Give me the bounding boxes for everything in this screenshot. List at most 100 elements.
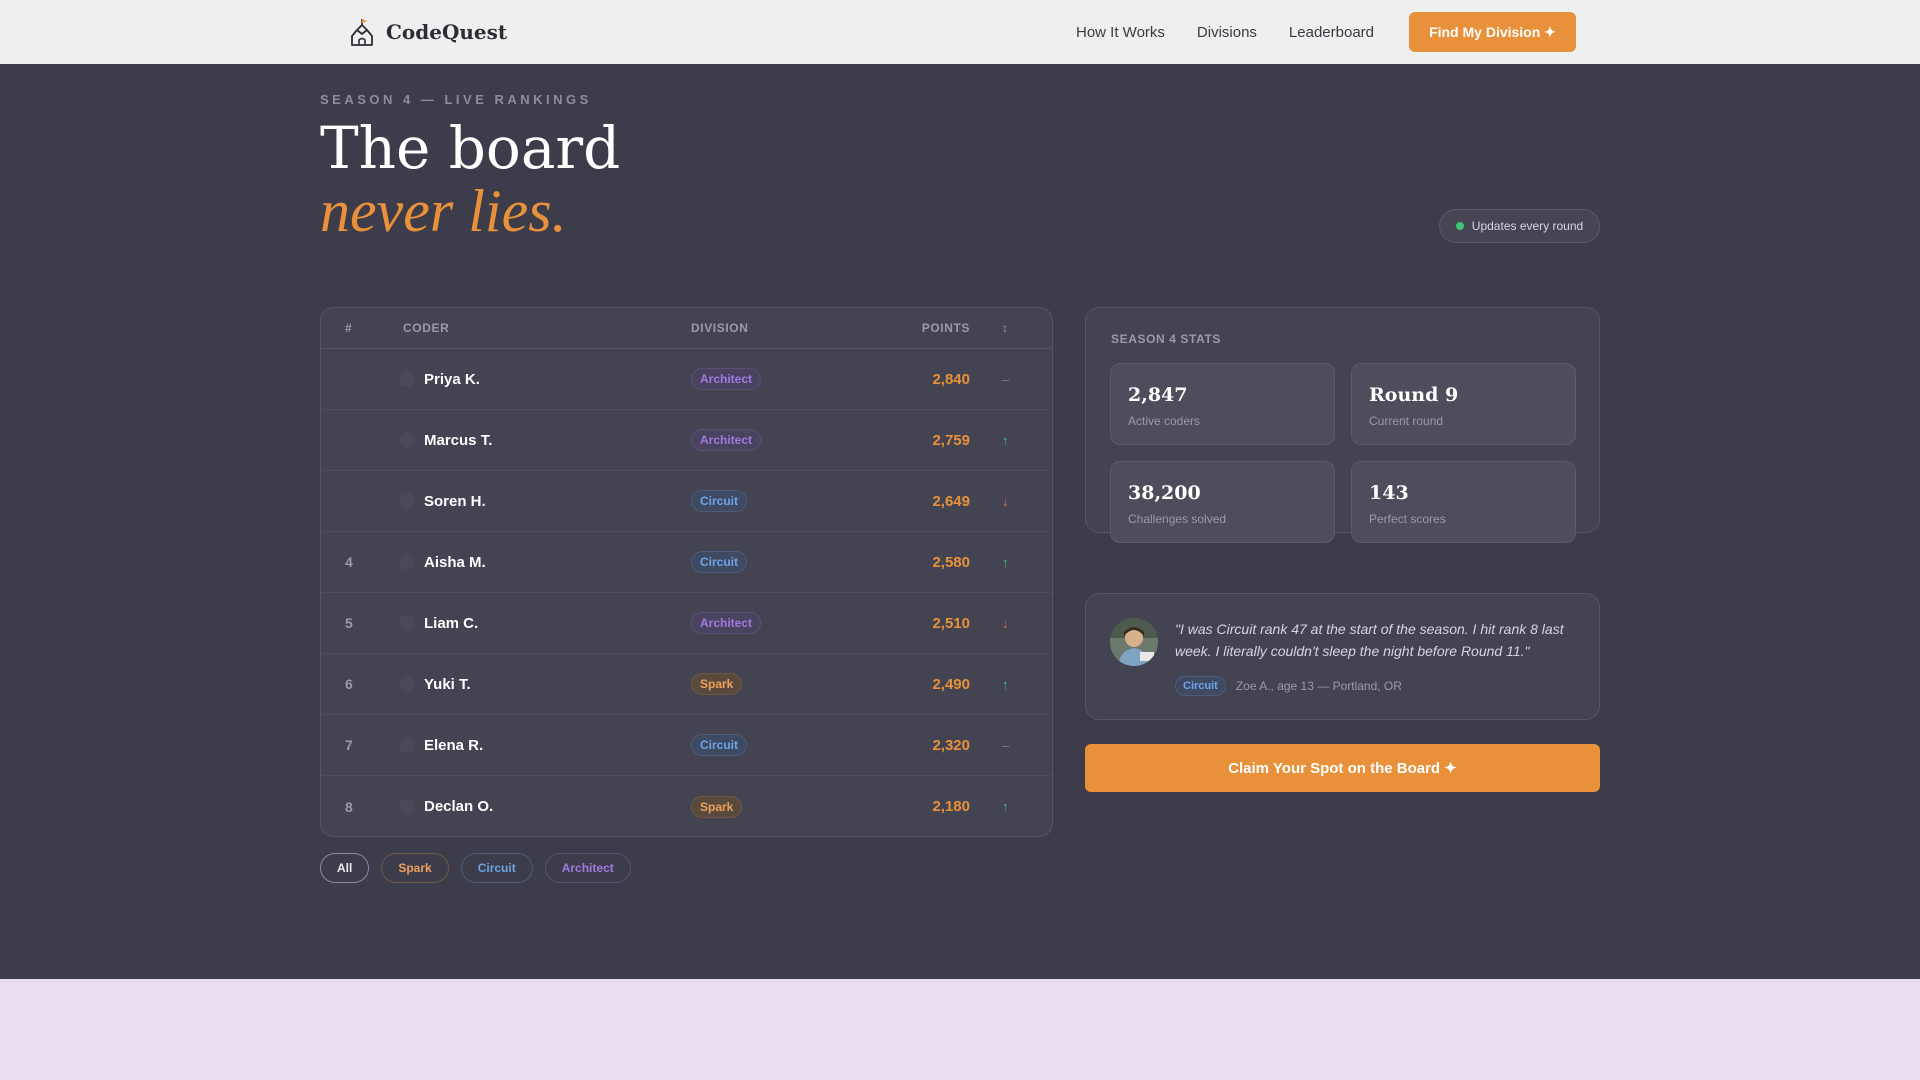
header-coder[interactable]: CODER: [403, 321, 449, 335]
leaderboard-table: # CODER DIVISION POINTS ↕ Priya K. Archi…: [320, 307, 1053, 837]
division-badge: Spark: [691, 673, 743, 695]
coder-name: Priya K.: [424, 370, 480, 388]
table-row[interactable]: 6 Yuki T. Spark 2,490 ↑: [321, 654, 1052, 715]
trend-down-icon: ↓: [1002, 493, 1009, 509]
stat-label: Active coders: [1128, 414, 1201, 428]
trend-up-icon: ↑: [1002, 554, 1009, 570]
division-badge: Circuit: [1175, 676, 1226, 696]
points-value: 2,840: [932, 370, 970, 388]
stat-value: 38,200: [1128, 482, 1201, 504]
hero-title-accent: never lies.: [320, 178, 567, 244]
nav-link-divisions[interactable]: Divisions: [1197, 24, 1257, 41]
stat-label: Challenges solved: [1128, 512, 1227, 526]
trend-flat-icon: –: [1002, 371, 1010, 387]
filter-spark[interactable]: Spark: [381, 853, 449, 883]
coder-name: Elena R.: [424, 736, 484, 754]
stat-challenges-solved: 38,200 Challenges solved: [1110, 461, 1335, 543]
coder-name: Liam C.: [424, 614, 479, 632]
hero-section: SEASON 4 — LIVE RANKINGS The board never…: [0, 64, 1920, 979]
division-badge: Spark: [691, 795, 743, 818]
stat-value: 143: [1369, 482, 1409, 504]
avatar: [399, 798, 415, 815]
live-updates-pill: Updates every round: [1439, 209, 1600, 243]
testimonial-card: "I was Circuit rank 47 at the start of t…: [1085, 593, 1600, 720]
header-points[interactable]: POINTS: [922, 321, 970, 335]
coder-name: Declan O.: [424, 798, 494, 815]
hero-title: The board: [320, 114, 621, 182]
row-rank: 8: [345, 798, 353, 815]
stat-perfect-scores: 143 Perfect scores: [1351, 461, 1576, 543]
coder-name: Yuki T.: [424, 675, 471, 693]
testimonial-photo-icon: [1110, 618, 1158, 666]
trend-up-icon: ↑: [1002, 799, 1009, 814]
division-badge: Architect: [691, 612, 762, 634]
avatar: [399, 493, 415, 509]
find-my-division-button[interactable]: Find My Division ✦: [1409, 12, 1576, 52]
avatar: [399, 432, 415, 448]
points-value: 2,759: [932, 431, 970, 449]
avatar: [399, 737, 415, 753]
nav-link-how-it-works[interactable]: How It Works: [1076, 24, 1165, 41]
header-rank[interactable]: #: [345, 321, 352, 335]
top-nav: CodeQuest How It Works Divisions Leaderb…: [0, 0, 1920, 64]
stat-label: Perfect scores: [1369, 512, 1446, 526]
coder-name: Soren H.: [424, 492, 486, 510]
row-rank: 5: [345, 615, 353, 631]
points-value: 2,490: [932, 675, 970, 693]
table-row[interactable]: Marcus T. Architect 2,759 ↑: [321, 410, 1052, 471]
division-badge: Circuit: [691, 551, 748, 573]
division-badge: Architect: [691, 429, 762, 451]
testimonial-quote: "I was Circuit rank 47 at the start of t…: [1175, 621, 1564, 659]
testimonial-meta: Circuit Zoe A., age 13 — Portland, OR: [1175, 676, 1402, 696]
points-value: 2,320: [932, 736, 970, 754]
row-rank: 6: [345, 676, 353, 692]
coder-name: Marcus T.: [424, 431, 493, 449]
division-badge: Architect: [691, 368, 762, 390]
avatar: [1110, 618, 1158, 666]
stat-value: 2,847: [1128, 384, 1188, 406]
points-value: 2,580: [932, 553, 970, 571]
points-value: 2,649: [932, 492, 970, 510]
stat-current-round: Round 9 Current round: [1351, 363, 1576, 445]
table-row[interactable]: 8 Declan O. Spark 2,180 ↑: [321, 776, 1052, 836]
division-filters: All Spark Circuit Architect: [320, 853, 631, 883]
stat-label: Current round: [1369, 414, 1444, 428]
filter-circuit[interactable]: Circuit: [460, 853, 533, 883]
brand[interactable]: CodeQuest: [348, 16, 507, 48]
table-header: # CODER DIVISION POINTS ↕: [321, 308, 1052, 349]
filter-all[interactable]: All: [320, 853, 370, 883]
table-row[interactable]: 7 Elena R. Circuit 2,320 –: [321, 715, 1052, 776]
table-row[interactable]: 5 Liam C. Architect 2,510 ↓: [321, 593, 1052, 654]
castle-logo-icon: [351, 19, 373, 46]
claim-spot-button[interactable]: Claim Your Spot on the Board ✦: [1085, 744, 1600, 792]
trend-flat-icon: –: [1002, 737, 1010, 753]
table-row[interactable]: Priya K. Architect 2,840 –: [321, 349, 1052, 410]
points-value: 2,510: [932, 614, 970, 632]
avatar: [399, 554, 415, 570]
avatar: [399, 676, 415, 692]
division-badge: Circuit: [691, 490, 748, 512]
table-row[interactable]: 4 Aisha M. Circuit 2,580 ↑: [321, 532, 1052, 593]
stat-active-coders: 2,847 Active coders: [1110, 363, 1335, 445]
stat-value: Round 9: [1369, 384, 1459, 406]
hero-eyebrow: SEASON 4 — LIVE RANKINGS: [320, 92, 592, 107]
header-trend[interactable]: ↕: [1002, 321, 1009, 335]
filter-architect[interactable]: Architect: [544, 853, 631, 883]
coder-name: Aisha M.: [424, 553, 486, 571]
live-dot-icon: [1455, 222, 1464, 230]
table-row[interactable]: Soren H. Circuit 2,649 ↓: [321, 471, 1052, 532]
points-value: 2,180: [932, 798, 970, 815]
row-rank: 4: [345, 554, 353, 570]
avatar: [399, 371, 415, 387]
nav-links: How It Works Divisions Leaderboard: [1076, 0, 1374, 64]
header-division[interactable]: DIVISION: [691, 321, 748, 335]
nav-link-leaderboard[interactable]: Leaderboard: [1289, 24, 1374, 41]
row-rank: 7: [345, 737, 353, 753]
division-badge: Circuit: [691, 734, 748, 756]
season-stats-card: SEASON 4 STATS 2,847 Active coders Round…: [1085, 307, 1600, 543]
trend-up-icon: ↑: [1002, 432, 1009, 448]
trend-down-icon: ↓: [1002, 615, 1009, 631]
stats-title: SEASON 4 STATS: [1111, 332, 1221, 346]
brand-name: CodeQuest: [386, 20, 508, 44]
testimonial-author: Zoe A., age 13 — Portland, OR: [1235, 679, 1402, 693]
